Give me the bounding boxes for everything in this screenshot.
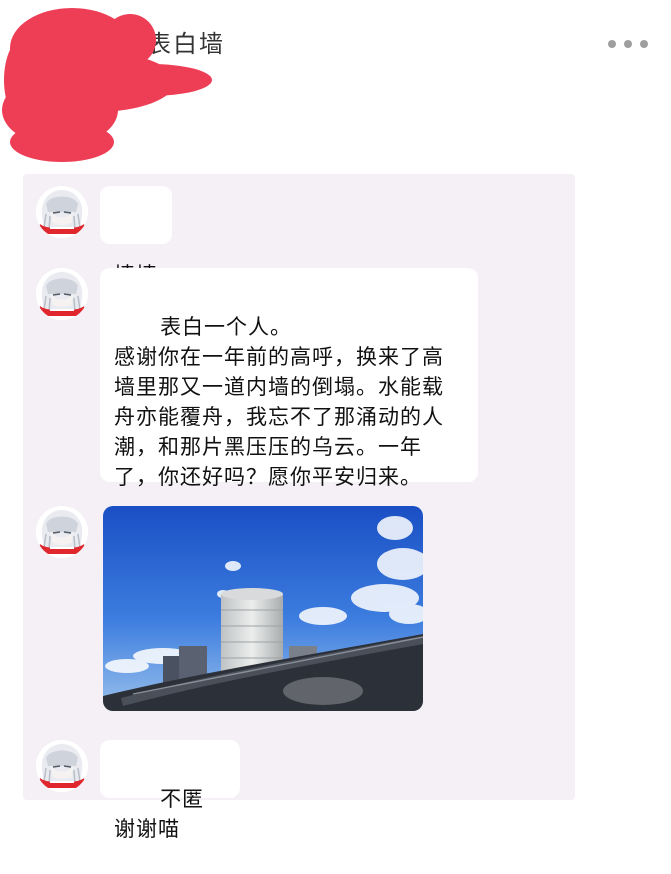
more-options-button[interactable] bbox=[608, 34, 648, 54]
message-text: 不匿谢谢喵 bbox=[114, 787, 205, 841]
message-bubble: 不匿谢谢喵 bbox=[100, 740, 240, 841]
redaction-scribble bbox=[2, 8, 212, 162]
message-item: 不匿谢谢喵 bbox=[23, 740, 575, 841]
anime-girl-avatar-icon[interactable] bbox=[36, 186, 88, 238]
anime-girl-avatar-icon[interactable] bbox=[36, 506, 88, 558]
city-skyline-photo[interactable] bbox=[103, 506, 423, 711]
message-item bbox=[23, 506, 575, 716]
message-bubble: 表白一个人。 感谢你在一年前的高呼，换来了高墙里那又一道内墙的倒塌。水能载舟亦能… bbox=[100, 268, 478, 489]
chat-area: 墙墙 表白一个人。 感谢你在一年前的高呼，换来了高墙里那又一道内墙的倒塌。水能载… bbox=[23, 174, 575, 841]
message-item: 表白一个人。 感谢你在一年前的高呼，换来了高墙里那又一道内墙的倒塌。水能载舟亦能… bbox=[23, 268, 575, 489]
message-text: 表白一个人。 感谢你在一年前的高呼，换来了高墙里那又一道内墙的倒塌。水能载舟亦能… bbox=[114, 315, 444, 489]
message-bubble: 墙墙 bbox=[100, 186, 172, 287]
more-dot-icon bbox=[608, 40, 616, 48]
more-dot-icon bbox=[624, 40, 632, 48]
page-header: 表白墙 bbox=[0, 0, 671, 162]
more-dot-icon bbox=[640, 40, 648, 48]
message-item: 墙墙 bbox=[23, 186, 575, 287]
anime-girl-avatar-icon[interactable] bbox=[36, 268, 88, 320]
anime-girl-avatar-icon[interactable] bbox=[36, 740, 88, 792]
